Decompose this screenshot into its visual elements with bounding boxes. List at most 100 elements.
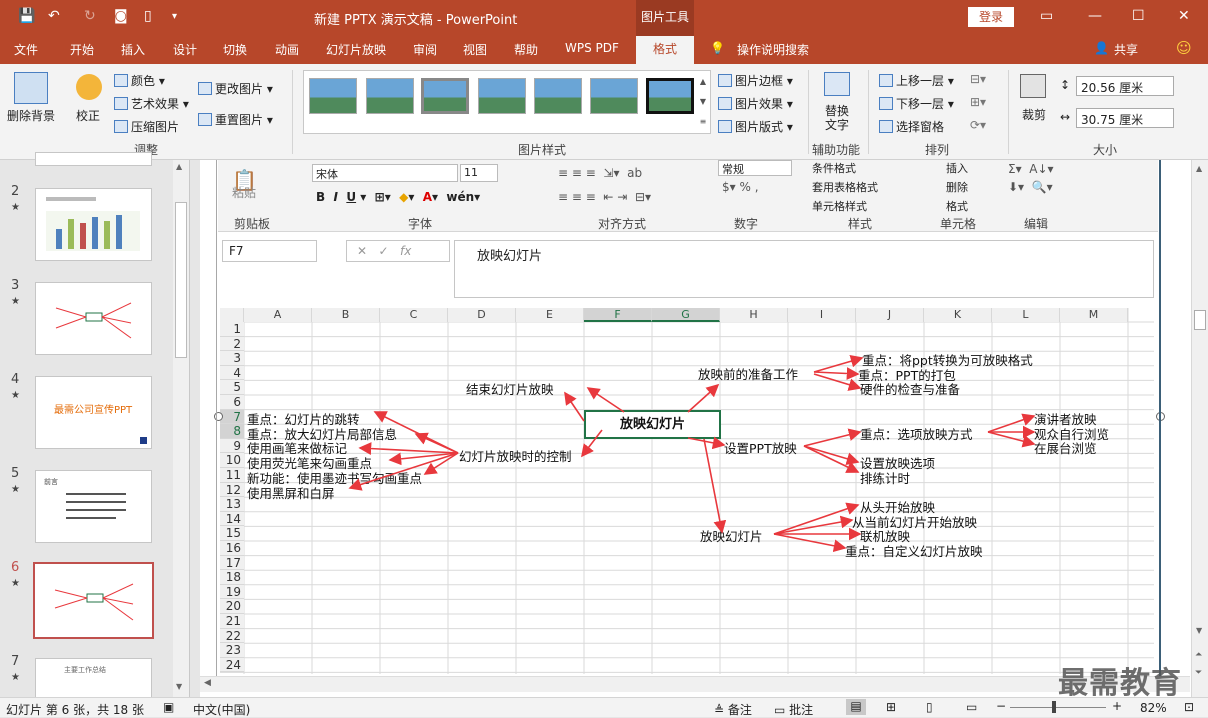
row-header: 22 — [220, 628, 244, 644]
picture-layout-button[interactable]: 图片版式 ▾ — [718, 118, 793, 135]
style-thumb[interactable] — [421, 78, 469, 114]
user-icon: 👤 — [1094, 41, 1109, 55]
zoom-slider-thumb[interactable] — [1052, 701, 1056, 713]
group-icon[interactable]: ⊞▾ — [970, 95, 986, 109]
artistic-effects-button[interactable]: 艺术效果 ▾ — [114, 95, 189, 112]
zoom-out-icon[interactable]: − — [996, 699, 1006, 713]
align-icon[interactable]: ⊟▾ — [970, 72, 986, 86]
fx-label: fx — [400, 244, 412, 258]
tab-home[interactable]: 开始 — [70, 41, 94, 58]
ribbon-display-icon[interactable]: ▭ — [1040, 8, 1053, 24]
save-icon[interactable]: 💾 — [18, 8, 35, 24]
slide-thumbnail[interactable]: 最需公司宣传PPT — [35, 376, 152, 449]
picture-border — [1159, 160, 1161, 690]
reading-view-icon[interactable]: ▯ — [926, 700, 933, 714]
mindmap-node: 放映幻灯片 — [700, 529, 763, 544]
row-header: 14 — [220, 511, 244, 527]
slide-thumbnail[interactable]: 前言 — [35, 470, 152, 543]
scroll-down-icon[interactable]: ▼ — [1196, 626, 1202, 635]
close-icon[interactable]: ✕ — [1178, 8, 1190, 24]
prev-slide-icon[interactable]: ⏶ — [1195, 650, 1202, 660]
customize-qat-icon[interactable]: ▾ — [172, 11, 177, 22]
maximize-icon[interactable]: ☐ — [1132, 8, 1145, 24]
scroll-thumb[interactable] — [175, 202, 187, 358]
rotate-icon[interactable]: ⟳▾ — [970, 118, 986, 132]
tell-me-search[interactable]: 操作说明搜索 — [737, 41, 809, 58]
column-header: J — [856, 308, 924, 322]
tab-file[interactable]: 文件 — [14, 41, 38, 58]
notes-button[interactable]: ≜ 备注 — [714, 701, 752, 718]
remove-background-button[interactable]: 删除背景 — [7, 107, 55, 124]
comments-button[interactable]: ▭ 批注 — [774, 701, 813, 718]
thumbnail-scrollbar[interactable]: ▲ ▼ — [173, 160, 189, 697]
zoom-level[interactable]: 82% — [1140, 701, 1167, 715]
next-slide-icon[interactable]: ⏷ — [1195, 668, 1202, 678]
zoom-slider[interactable] — [1010, 707, 1106, 708]
redo-icon[interactable]: ↻ — [84, 8, 96, 24]
scroll-up-icon[interactable]: ▲ — [176, 162, 182, 171]
present-icon[interactable]: ◙ — [114, 8, 128, 24]
style-thumb[interactable] — [366, 78, 414, 114]
thumb-title: 主要工作总结 — [64, 666, 106, 674]
share-button[interactable]: 共享 — [1114, 41, 1138, 58]
bring-forward-label: 上移一层 — [896, 74, 945, 88]
tab-wps-pdf[interactable]: WPS PDF — [565, 41, 619, 55]
tab-animations[interactable]: 动画 — [275, 41, 299, 58]
scroll-up-icon[interactable]: ▲ — [1196, 164, 1202, 173]
new-file-icon[interactable]: ▯ — [144, 8, 152, 24]
scroll-thumb[interactable] — [1194, 310, 1206, 330]
language-indicator[interactable]: 中文(中国) — [193, 701, 250, 718]
tab-help[interactable]: 帮助 — [514, 41, 538, 58]
slide-vertical-scrollbar[interactable]: ▲ ▼ ⏶ ⏷ — [1191, 160, 1208, 697]
scroll-down-icon[interactable]: ▼ — [176, 682, 182, 691]
send-backward-button[interactable]: 下移一层 ▾ — [879, 95, 954, 112]
tab-insert[interactable]: 插入 — [121, 41, 145, 58]
color-button[interactable]: 颜色 ▾ — [114, 72, 165, 89]
zoom-in-icon[interactable]: + — [1112, 699, 1122, 713]
style-thumb[interactable] — [309, 78, 357, 114]
tab-view[interactable]: 视图 — [463, 41, 487, 58]
ribbon-separator — [808, 70, 809, 154]
reset-picture-button[interactable]: 重置图片 ▾ — [198, 111, 273, 128]
tab-design[interactable]: 设计 — [173, 41, 197, 58]
picture-border-button[interactable]: 图片边框 ▾ — [718, 72, 793, 89]
picture-effects-button[interactable]: 图片效果 ▾ — [718, 95, 793, 112]
slide-thumbnail[interactable] — [35, 282, 152, 355]
style-thumb[interactable] — [646, 78, 694, 114]
tab-review[interactable]: 审阅 — [413, 41, 437, 58]
column-header: M — [1060, 308, 1128, 322]
minimize-icon[interactable]: — — [1088, 8, 1102, 24]
sorter-view-icon[interactable]: ⊞ — [886, 700, 896, 714]
gallery-scroll[interactable]: ▲ ▼ ≡ — [697, 72, 709, 132]
style-thumb[interactable] — [478, 78, 526, 114]
height-icon: ↕ — [1060, 78, 1071, 92]
slideshow-view-icon[interactable]: ▭ — [966, 700, 977, 714]
pasted-excel-ribbon: 📋 粘贴 剪贴板 宋体 11 B I U ▾ ⊞▾ ◆▾ A▾ wén▾ 字体 … — [218, 160, 1158, 232]
crop-button[interactable]: 裁剪 — [1022, 106, 1046, 123]
smiley-icon[interactable]: ☺ — [1176, 39, 1192, 57]
change-picture-button[interactable]: 更改图片 ▾ — [198, 80, 273, 97]
style-thumb[interactable] — [534, 78, 582, 114]
tab-slideshow[interactable]: 幻灯片放映 — [326, 41, 386, 58]
width-input[interactable]: 30.75 厘米 — [1076, 108, 1174, 128]
bring-forward-button[interactable]: 上移一层 ▾ — [879, 72, 954, 89]
slide-thumbnail[interactable]: 主要工作总结 — [35, 658, 152, 698]
excel-mindmap-picture[interactable]: ABCDEFGHIJKLM 1 2 3 4 5 6 7 8 9 10 11 12 13 14 15 16 17 1… — [214, 308, 1165, 674]
alt-text-button[interactable]: 替换文字 — [825, 104, 853, 132]
tab-transitions[interactable]: 切换 — [223, 41, 247, 58]
login-button[interactable]: 登录 — [968, 7, 1014, 27]
fit-slide-icon[interactable]: ⊡ — [1184, 700, 1194, 714]
slide-thumbnail[interactable] — [35, 188, 152, 261]
normal-view-icon[interactable]: ▤ — [846, 699, 866, 715]
slide-thumbnail[interactable] — [35, 152, 152, 166]
slide-thumbnail-active[interactable] — [33, 562, 154, 639]
correct-button[interactable]: 校正 — [76, 107, 100, 124]
compress-pictures-button[interactable]: 压缩图片 — [114, 118, 179, 135]
selection-pane-button[interactable]: 选择窗格 — [879, 118, 944, 135]
style-thumb[interactable] — [590, 78, 638, 114]
tab-format[interactable]: 格式 — [636, 36, 694, 64]
undo-icon[interactable]: ↶ — [48, 8, 60, 24]
spellcheck-icon[interactable]: ▣ — [163, 700, 174, 714]
height-input[interactable]: 20.56 厘米 — [1076, 76, 1174, 96]
xl-group-number: 数字 — [734, 217, 759, 231]
